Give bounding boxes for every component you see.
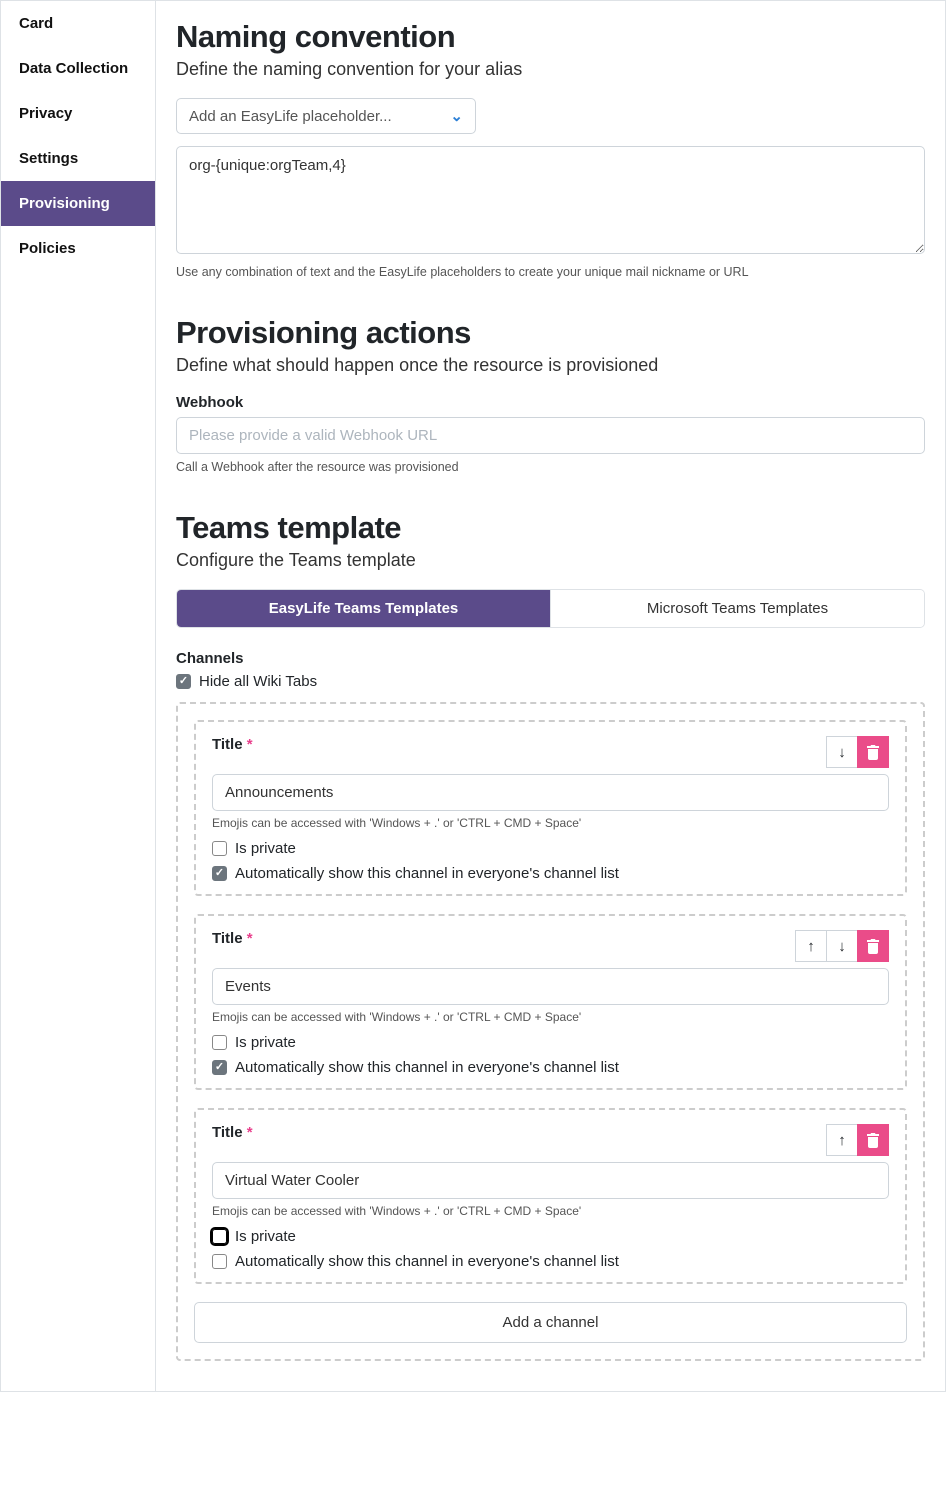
auto-show-checkbox[interactable]	[212, 1254, 227, 1269]
trash-icon	[866, 744, 880, 760]
webhook-hint: Call a Webhook after the resource was pr…	[176, 460, 925, 474]
sidebar-item-provisioning[interactable]: Provisioning	[1, 181, 155, 226]
hide-wiki-checkbox[interactable]	[176, 674, 191, 689]
auto-show-label: Automatically show this channel in every…	[235, 1059, 619, 1076]
placeholder-dropdown[interactable]: Add an EasyLife placeholder... ⌄	[176, 98, 476, 134]
auto-show-checkbox[interactable]	[212, 866, 227, 881]
move-down-button[interactable]: ↓	[826, 930, 858, 962]
channel-title-label: Title *	[212, 930, 253, 947]
arrow-up-icon: ↑	[807, 938, 815, 955]
sidebar: Card Data Collection Privacy Settings Pr…	[1, 1, 156, 1391]
tab-easylife-templates[interactable]: EasyLife Teams Templates	[177, 590, 550, 627]
emoji-hint: Emojis can be accessed with 'Windows + .…	[212, 1010, 889, 1024]
sidebar-item-policies[interactable]: Policies	[1, 226, 155, 271]
is-private-label: Is private	[235, 1034, 296, 1051]
auto-show-label: Automatically show this channel in every…	[235, 1253, 619, 1270]
sidebar-item-settings[interactable]: Settings	[1, 136, 155, 181]
delete-channel-button[interactable]	[857, 1124, 889, 1156]
channel-title-label: Title *	[212, 736, 253, 753]
channel-title-input[interactable]	[212, 1162, 889, 1199]
is-private-label: Is private	[235, 840, 296, 857]
sidebar-item-data-collection[interactable]: Data Collection	[1, 46, 155, 91]
main-content: Naming convention Define the naming conv…	[156, 1, 945, 1391]
sidebar-item-card[interactable]: Card	[1, 1, 155, 46]
actions-subtitle: Define what should happen once the resou…	[176, 355, 925, 376]
naming-heading: Naming convention	[176, 19, 925, 55]
auto-show-label: Automatically show this channel in every…	[235, 865, 619, 882]
is-private-checkbox[interactable]	[212, 1035, 227, 1050]
move-down-button[interactable]: ↓	[826, 736, 858, 768]
hide-wiki-label: Hide all Wiki Tabs	[199, 673, 317, 690]
sidebar-item-privacy[interactable]: Privacy	[1, 91, 155, 136]
auto-show-checkbox[interactable]	[212, 1060, 227, 1075]
is-private-checkbox[interactable]	[212, 841, 227, 856]
channel-title-input[interactable]	[212, 774, 889, 811]
move-up-button[interactable]: ↑	[795, 930, 827, 962]
add-channel-button[interactable]: Add a channel	[194, 1302, 907, 1343]
emoji-hint: Emojis can be accessed with 'Windows + .…	[212, 816, 889, 830]
delete-channel-button[interactable]	[857, 930, 889, 962]
naming-hint: Use any combination of text and the Easy…	[176, 265, 925, 279]
channel-card: Title * ↓ Emojis can be accessed with 'W…	[194, 720, 907, 896]
channel-card: Title * ↑ ↓ Emojis can be accessed with …	[194, 914, 907, 1090]
actions-heading: Provisioning actions	[176, 315, 925, 351]
webhook-label: Webhook	[176, 394, 925, 411]
arrow-down-icon: ↓	[838, 744, 846, 761]
placeholder-dropdown-label: Add an EasyLife placeholder...	[189, 108, 392, 125]
template-subtitle: Configure the Teams template	[176, 550, 925, 571]
chevron-down-icon: ⌄	[450, 107, 463, 125]
move-up-button[interactable]: ↑	[826, 1124, 858, 1156]
channels-container: Title * ↓ Emojis can be accessed with 'W…	[176, 702, 925, 1361]
channel-title-label: Title *	[212, 1124, 253, 1141]
is-private-checkbox[interactable]	[212, 1229, 227, 1244]
trash-icon	[866, 1132, 880, 1148]
naming-input[interactable]: org-{unique:orgTeam,4}	[176, 146, 925, 254]
delete-channel-button[interactable]	[857, 736, 889, 768]
template-tabs: EasyLife Teams Templates Microsoft Teams…	[176, 589, 925, 628]
channels-label: Channels	[176, 650, 925, 667]
arrow-up-icon: ↑	[838, 1132, 846, 1149]
arrow-down-icon: ↓	[838, 938, 846, 955]
channel-card: Title * ↑ Emojis can be accessed with 'W…	[194, 1108, 907, 1284]
is-private-label: Is private	[235, 1228, 296, 1245]
channel-title-input[interactable]	[212, 968, 889, 1005]
naming-subtitle: Define the naming convention for your al…	[176, 59, 925, 80]
webhook-input[interactable]	[176, 417, 925, 454]
template-heading: Teams template	[176, 510, 925, 546]
trash-icon	[866, 938, 880, 954]
emoji-hint: Emojis can be accessed with 'Windows + .…	[212, 1204, 889, 1218]
tab-microsoft-templates[interactable]: Microsoft Teams Templates	[550, 590, 924, 627]
